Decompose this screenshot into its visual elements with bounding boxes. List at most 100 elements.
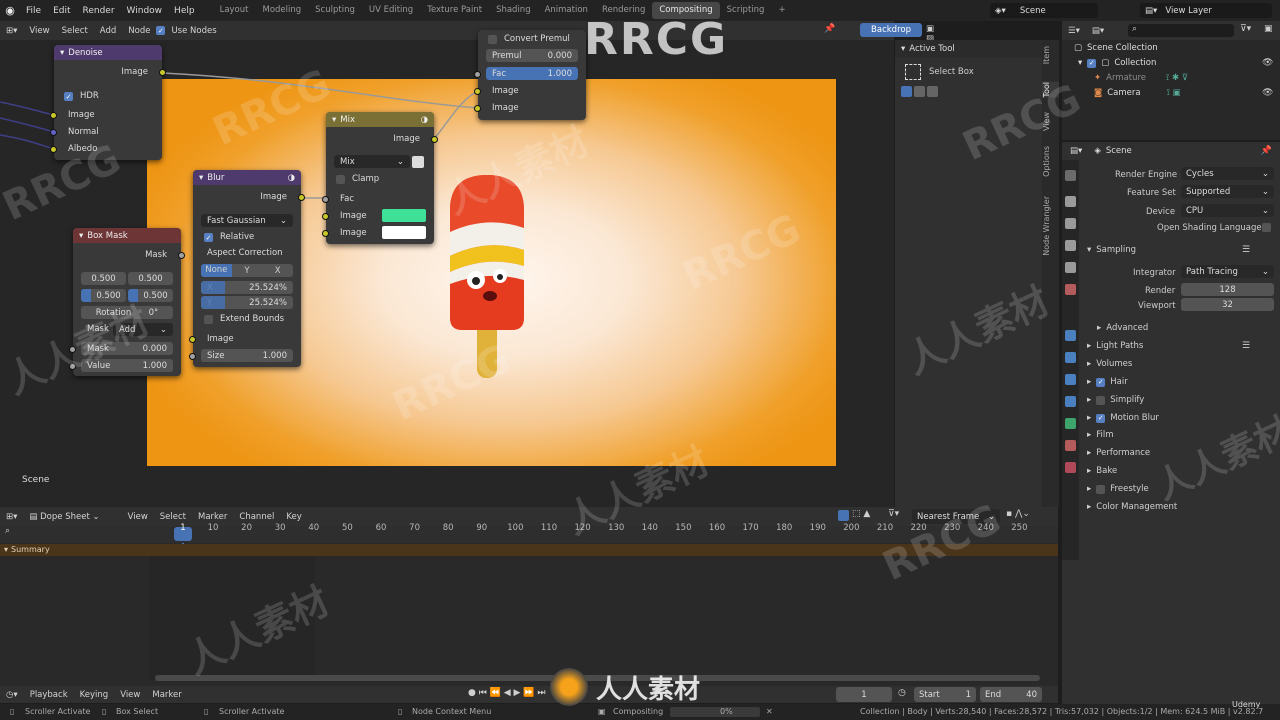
outliner-search-input[interactable]: ⌕: [1128, 24, 1234, 37]
blend-mode-select[interactable]: Mix ⌄: [334, 155, 410, 168]
add-workspace-icon[interactable]: +: [771, 2, 792, 19]
outliner-scene-collection[interactable]: ▢ Scene Collection: [1074, 43, 1158, 53]
current-frame-field[interactable]: 1: [836, 687, 892, 702]
mix-fac-socket[interactable]: [322, 196, 329, 203]
premul-field[interactable]: Premul 0.000: [486, 49, 578, 62]
menu-add[interactable]: Add: [94, 26, 122, 36]
preview-toggle-icon[interactable]: ◑: [288, 173, 295, 183]
tab-options[interactable]: Options: [1042, 146, 1059, 177]
tab-tool[interactable]: Tool: [1042, 82, 1059, 98]
material-tab-icon[interactable]: [1065, 440, 1076, 451]
blur-output-socket[interactable]: [298, 194, 305, 201]
scene-tab-icon[interactable]: [1065, 262, 1076, 273]
render-samples-field[interactable]: 128: [1181, 283, 1274, 296]
box-mask-output-socket[interactable]: [178, 252, 185, 259]
proportional-icons[interactable]: ▪ ⋀⌄: [1006, 509, 1030, 519]
view-layer-tab-icon[interactable]: [1065, 240, 1076, 251]
display-mode-icon[interactable]: ▤▾: [1086, 26, 1110, 36]
blender-logo-icon[interactable]: ◉: [0, 4, 20, 17]
output-tab-icon[interactable]: [1065, 218, 1076, 229]
outliner-type-icon[interactable]: ☰▾: [1062, 26, 1086, 36]
summary-channel[interactable]: ▾ Summary: [4, 545, 50, 554]
clamp-checkbox[interactable]: [336, 175, 345, 184]
menu-marker[interactable]: Marker: [192, 512, 233, 522]
performance-panel[interactable]: ▸ Performance: [1087, 448, 1150, 458]
color-management-panel[interactable]: ▸ Color Management: [1087, 502, 1177, 512]
properties-type-icon[interactable]: ▤▾: [1070, 146, 1082, 156]
menu-file[interactable]: File: [20, 6, 47, 16]
mask-x-field[interactable]: 0.500: [81, 272, 126, 285]
playback-controls[interactable]: ● ⏮ ⏪ ◀ ▶ ⏩ ⏭: [468, 688, 545, 698]
editor-type-icon[interactable]: ◷▾: [0, 690, 24, 700]
use-nodes-checkbox[interactable]: ✓: [156, 26, 166, 35]
filter-icon[interactable]: ⊽▾: [888, 509, 899, 519]
select-box-tool[interactable]: Select Box: [905, 64, 974, 80]
denoise-image-socket[interactable]: [50, 112, 57, 119]
physics-tab-icon[interactable]: [1065, 374, 1076, 385]
pin-icon[interactable]: 📌: [824, 24, 835, 34]
extend-bounds-checkbox[interactable]: [204, 315, 213, 324]
outliner-item-camera[interactable]: ◙ Camera ⟟ ▣: [1094, 88, 1181, 98]
hdr-checkbox[interactable]: ✓: [64, 92, 73, 101]
box-value-socket[interactable]: [69, 363, 76, 370]
denoise-output-socket[interactable]: [159, 69, 166, 76]
render-tab-icon[interactable]: [1065, 196, 1076, 207]
alpha-over-node[interactable]: Convert Premul Premul 0.000 Fac 1.000 Imag…: [474, 30, 586, 120]
particles-tab-icon[interactable]: [1065, 352, 1076, 363]
box-mask-in-socket[interactable]: [69, 346, 76, 353]
menu-node[interactable]: Node: [122, 26, 156, 36]
bake-panel[interactable]: ▸ Bake: [1087, 466, 1117, 476]
data-tab-icon[interactable]: [1065, 418, 1076, 429]
freestyle-checkbox[interactable]: [1096, 484, 1106, 494]
world-tab-icon[interactable]: [1065, 284, 1076, 295]
constraints-tab-icon[interactable]: [1065, 396, 1076, 407]
dope-sheet[interactable]: ⊞▾ ▤ Dope Sheet ⌄ View Select Marker Cha…: [0, 507, 1058, 687]
mask-rotation-field[interactable]: Rotation 0°: [81, 306, 173, 319]
convert-premul-checkbox[interactable]: [488, 35, 497, 44]
alpha-image2-socket[interactable]: [474, 105, 481, 112]
motion-blur-checkbox[interactable]: ✓: [1096, 413, 1106, 423]
mask-height-field[interactable]: 0.500: [128, 289, 173, 302]
alpha-image1-socket[interactable]: [474, 88, 481, 95]
menu-keying[interactable]: Keying: [74, 690, 115, 700]
mix-node[interactable]: ▾ Mix ◑ Image Mix ⌄ Clamp Fac Image Image: [322, 112, 438, 244]
menu-edit[interactable]: Edit: [47, 6, 76, 16]
backdrop-toggle[interactable]: Backdrop: [860, 23, 922, 37]
sampling-panel-header[interactable]: ▾ Sampling: [1087, 245, 1136, 255]
tab-texture-paint[interactable]: Texture Paint: [420, 2, 489, 19]
active-tool-header[interactable]: ▾ Active Tool: [895, 40, 1042, 58]
alpha-fac-field[interactable]: Fac 1.000: [486, 67, 578, 80]
mask-y-field[interactable]: 0.500: [128, 272, 173, 285]
editor-type-icon[interactable]: ⊞▾: [0, 26, 23, 36]
menu-render[interactable]: Render: [77, 6, 121, 16]
outliner-collection[interactable]: ▾ ✓ ▢ Collection: [1078, 58, 1156, 68]
menu-select[interactable]: Select: [154, 512, 192, 522]
menu-view[interactable]: View: [23, 26, 55, 36]
mix-output-socket[interactable]: [431, 136, 438, 143]
dope-mode-select[interactable]: ▤ Dope Sheet ⌄: [23, 512, 105, 522]
tool-tab-icon[interactable]: [1065, 170, 1076, 181]
filter-icon[interactable]: ⊽▾: [1240, 24, 1251, 34]
denoise-node-header[interactable]: ▾ Denoise: [54, 45, 162, 60]
clock-icon[interactable]: ◷: [898, 688, 906, 698]
simplify-checkbox[interactable]: [1096, 395, 1106, 405]
relative-checkbox[interactable]: ✓: [204, 233, 213, 242]
view-layer-selector[interactable]: ▤▾ View Layer: [1140, 3, 1272, 18]
feature-set-select[interactable]: Supported ⌄: [1181, 185, 1274, 198]
denoise-albedo-socket[interactable]: [50, 146, 57, 153]
presets-icon[interactable]: ☰: [1242, 341, 1250, 351]
light-paths-panel[interactable]: ▸ Light Paths: [1087, 341, 1143, 351]
new-collection-icon[interactable]: ▣: [1264, 24, 1273, 34]
modifier-tab-icon[interactable]: [1065, 330, 1076, 341]
only-selected-icon[interactable]: [838, 510, 849, 521]
blur-type-select[interactable]: Fast Gaussian ⌄: [201, 214, 293, 227]
tab-modeling[interactable]: Modeling: [255, 2, 308, 19]
render-engine-select[interactable]: Cycles ⌄: [1181, 167, 1274, 180]
snap-mode-select[interactable]: Nearest Frame ⌄: [912, 509, 1000, 524]
volumes-panel[interactable]: ▸ Volumes: [1087, 359, 1132, 369]
menu-view[interactable]: View: [114, 690, 146, 700]
use-alpha-icon[interactable]: [412, 156, 424, 168]
eye-icon[interactable]: 👁: [1262, 58, 1273, 68]
scene-selector[interactable]: ◈▾ Scene: [990, 3, 1098, 18]
aspect-y-option[interactable]: Y: [232, 266, 263, 276]
